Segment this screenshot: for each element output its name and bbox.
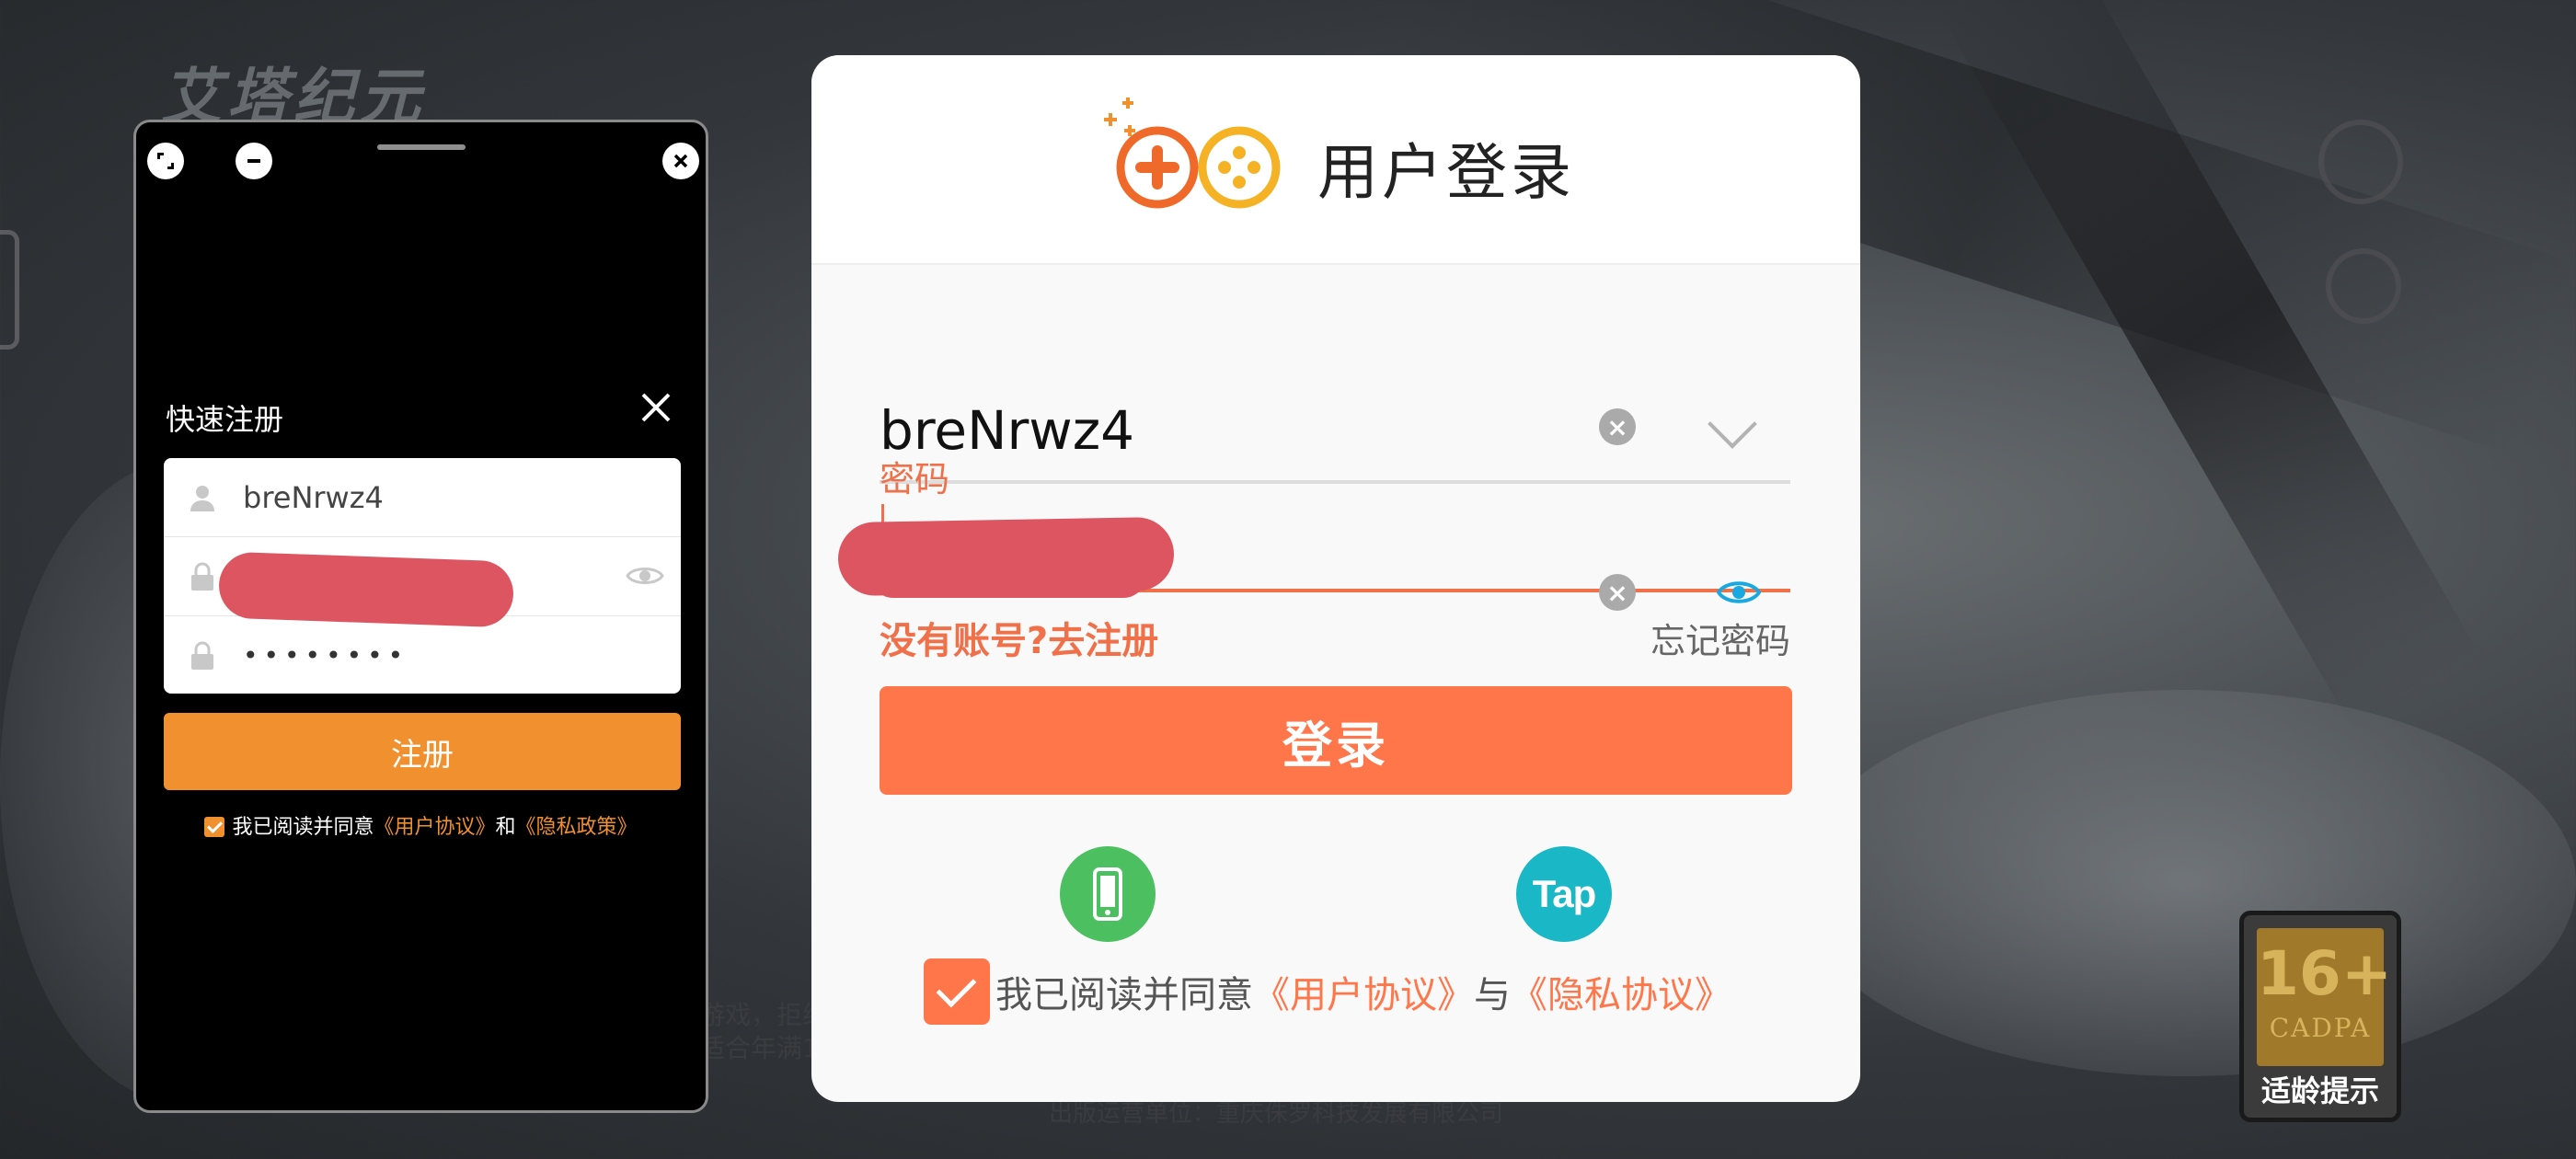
lock-icon xyxy=(186,560,219,593)
privacy-agreement-link[interactable]: 《隐私协议》 xyxy=(1511,965,1731,1018)
register-agreement: 我已阅读并同意《用户协议》和《隐私政策》 xyxy=(136,810,706,840)
age-tip-label: 适龄提示 xyxy=(2260,1073,2379,1108)
quick-register-panel: 快速注册 breNrwz4 •••••••• 注册 我已阅读并同意《用户协议》和… xyxy=(133,120,708,1113)
eye-icon[interactable] xyxy=(1716,578,1762,611)
left-edge-icon xyxy=(0,230,19,350)
clear-icon[interactable]: × xyxy=(1599,408,1636,445)
user-icon xyxy=(186,481,219,514)
taptap-login-button[interactable]: Tap xyxy=(1516,846,1612,942)
username-field[interactable]: breNrwz4 xyxy=(164,458,681,537)
rating-org: CADPA xyxy=(2269,1013,2372,1043)
agree-text: 我已阅读并同意 xyxy=(995,974,1253,1016)
confirm-password-field[interactable]: •••••••• xyxy=(164,616,681,694)
confirm-password-value: •••••••• xyxy=(243,640,409,671)
phone-icon xyxy=(1093,867,1122,921)
gamepad-logo-icon xyxy=(1097,94,1290,213)
login-agreement: 我已阅读并同意 《用户协议》与《隐私协议》 xyxy=(924,958,1731,1025)
account-switch-icon[interactable] xyxy=(2326,248,2401,324)
agree-join: 与 xyxy=(1474,974,1511,1016)
settings-icon[interactable] xyxy=(2318,120,2403,204)
close-icon[interactable] xyxy=(662,143,699,179)
login-button[interactable]: 登录 xyxy=(880,686,1792,795)
clear-icon[interactable]: × xyxy=(1599,574,1636,611)
redaction-mark xyxy=(217,551,515,628)
dialog-close-icon[interactable] xyxy=(638,389,674,430)
forgot-password-link[interactable]: 忘记密码 xyxy=(1650,613,1790,663)
redaction-mark xyxy=(870,552,1146,598)
eye-icon[interactable] xyxy=(626,563,664,592)
phone-login-button[interactable] xyxy=(1060,846,1156,942)
password-label: 密码 xyxy=(880,459,950,499)
user-agreement-link[interactable]: 《用户协议》 xyxy=(1253,965,1474,1018)
background-cloud xyxy=(1794,690,2576,1076)
agree-text: 我已阅读并同意 xyxy=(232,816,374,839)
register-button[interactable]: 注册 xyxy=(164,713,681,790)
user-agreement-link[interactable]: 《用户协议》 xyxy=(374,816,495,839)
login-dialog: 用户登录 breNrwz4 × 密码 × 没有账号?去注册 忘记密码 登录 Ta… xyxy=(811,55,1860,1102)
register-form: breNrwz4 •••••••• xyxy=(164,458,681,694)
privacy-policy-link[interactable]: 《隐私政策》 xyxy=(516,816,638,839)
agree-checkbox[interactable] xyxy=(924,958,990,1025)
notice-text: 适合年满1 xyxy=(699,1033,819,1063)
username-value: breNrwz4 xyxy=(243,479,384,515)
minimize-icon[interactable] xyxy=(236,143,272,179)
background-shape xyxy=(1937,0,2479,727)
lock-icon xyxy=(186,639,219,672)
age-rating-badge: 16+ CADPA 适龄提示 xyxy=(2239,911,2401,1122)
drag-handle[interactable] xyxy=(377,144,466,150)
notice-text: 游戏，拒绝 xyxy=(699,1000,829,1030)
age-rating: 16+ xyxy=(2257,938,2393,1009)
expand-icon[interactable] xyxy=(147,143,184,179)
register-link[interactable]: 没有账号?去注册 xyxy=(880,611,1158,664)
login-header: 用户登录 xyxy=(811,55,1860,265)
password-field[interactable]: 密码 × xyxy=(837,442,1790,611)
login-title: 用户登录 xyxy=(1317,137,1575,208)
agree-checkbox[interactable] xyxy=(204,817,225,837)
agree-join: 和 xyxy=(495,816,516,839)
quick-register-title: 快速注册 xyxy=(166,402,284,437)
